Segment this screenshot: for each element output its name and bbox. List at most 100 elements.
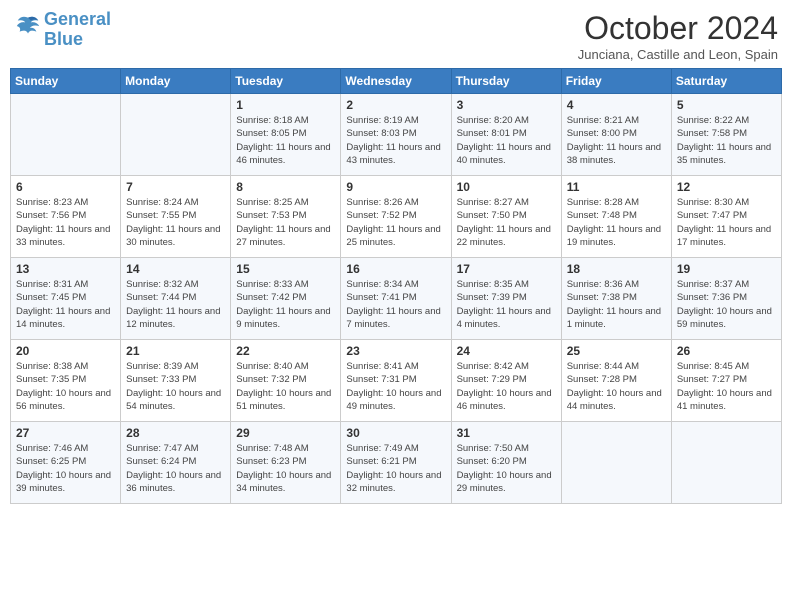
- day-info: Sunrise: 7:48 AM Sunset: 6:23 PM Dayligh…: [236, 442, 335, 495]
- day-number: 4: [567, 98, 666, 112]
- day-number: 29: [236, 426, 335, 440]
- title-block: October 2024 Junciana, Castille and Leon…: [578, 10, 778, 62]
- calendar-cell: 22 Sunrise: 8:40 AM Sunset: 7:32 PM Dayli…: [231, 340, 341, 422]
- day-info: Sunrise: 8:18 AM Sunset: 8:05 PM Dayligh…: [236, 114, 335, 167]
- header-cell-saturday: Saturday: [671, 69, 781, 94]
- day-info: Sunrise: 8:28 AM Sunset: 7:48 PM Dayligh…: [567, 196, 666, 249]
- calendar-cell: 30 Sunrise: 7:49 AM Sunset: 6:21 PM Dayli…: [341, 422, 451, 504]
- calendar-cell: 28 Sunrise: 7:47 AM Sunset: 6:24 PM Dayli…: [121, 422, 231, 504]
- day-info: Sunrise: 8:39 AM Sunset: 7:33 PM Dayligh…: [126, 360, 225, 413]
- day-info: Sunrise: 8:38 AM Sunset: 7:35 PM Dayligh…: [16, 360, 115, 413]
- day-number: 24: [457, 344, 556, 358]
- calendar-cell: 10 Sunrise: 8:27 AM Sunset: 7:50 PM Dayli…: [451, 176, 561, 258]
- day-info: Sunrise: 8:31 AM Sunset: 7:45 PM Dayligh…: [16, 278, 115, 331]
- header-cell-sunday: Sunday: [11, 69, 121, 94]
- calendar-body: 1 Sunrise: 8:18 AM Sunset: 8:05 PM Daylig…: [11, 94, 782, 504]
- day-number: 12: [677, 180, 776, 194]
- calendar-cell: 6Sunrise: 8:23 AM Sunset: 7:56 PM Daylig…: [11, 176, 121, 258]
- calendar-cell: 5 Sunrise: 8:22 AM Sunset: 7:58 PM Daylig…: [671, 94, 781, 176]
- calendar-cell: 14 Sunrise: 8:32 AM Sunset: 7:44 PM Dayli…: [121, 258, 231, 340]
- day-info: Sunrise: 8:21 AM Sunset: 8:00 PM Dayligh…: [567, 114, 666, 167]
- logo-text: General Blue: [44, 10, 111, 50]
- day-number: 15: [236, 262, 335, 276]
- day-info: Sunrise: 7:47 AM Sunset: 6:24 PM Dayligh…: [126, 442, 225, 495]
- day-info: Sunrise: 8:30 AM Sunset: 7:47 PM Dayligh…: [677, 196, 776, 249]
- day-info: Sunrise: 7:49 AM Sunset: 6:21 PM Dayligh…: [346, 442, 445, 495]
- header-cell-thursday: Thursday: [451, 69, 561, 94]
- calendar-cell: 7 Sunrise: 8:24 AM Sunset: 7:55 PM Daylig…: [121, 176, 231, 258]
- day-info: Sunrise: 8:42 AM Sunset: 7:29 PM Dayligh…: [457, 360, 556, 413]
- day-info: Sunrise: 8:26 AM Sunset: 7:52 PM Dayligh…: [346, 196, 445, 249]
- calendar-cell: 11Sunrise: 8:28 AM Sunset: 7:48 PM Dayli…: [561, 176, 671, 258]
- day-number: 10: [457, 180, 556, 194]
- week-row-1: 1 Sunrise: 8:18 AM Sunset: 8:05 PM Daylig…: [11, 94, 782, 176]
- day-number: 1: [236, 98, 335, 112]
- day-number: 26: [677, 344, 776, 358]
- day-info: Sunrise: 7:50 AM Sunset: 6:20 PM Dayligh…: [457, 442, 556, 495]
- day-info: Sunrise: 8:24 AM Sunset: 7:55 PM Dayligh…: [126, 196, 225, 249]
- day-info: Sunrise: 8:20 AM Sunset: 8:01 PM Dayligh…: [457, 114, 556, 167]
- calendar-cell: 29 Sunrise: 7:48 AM Sunset: 6:23 PM Dayli…: [231, 422, 341, 504]
- calendar-cell: 24 Sunrise: 8:42 AM Sunset: 7:29 PM Dayli…: [451, 340, 561, 422]
- calendar-cell: 13 Sunrise: 8:31 AM Sunset: 7:45 PM Dayli…: [11, 258, 121, 340]
- day-number: 18: [567, 262, 666, 276]
- calendar-cell: 17Sunrise: 8:35 AM Sunset: 7:39 PM Dayli…: [451, 258, 561, 340]
- month-title: October 2024: [578, 10, 778, 47]
- day-number: 13: [16, 262, 115, 276]
- week-row-5: 27 Sunrise: 7:46 AM Sunset: 6:25 PM Dayli…: [11, 422, 782, 504]
- day-number: 31: [457, 426, 556, 440]
- day-number: 19: [677, 262, 776, 276]
- day-number: 3: [457, 98, 556, 112]
- calendar-cell: 26 Sunrise: 8:45 AM Sunset: 7:27 PM Dayli…: [671, 340, 781, 422]
- page-header: General Blue October 2024 Junciana, Cast…: [10, 10, 782, 62]
- calendar-cell: [671, 422, 781, 504]
- day-number: 6: [16, 180, 115, 194]
- day-info: Sunrise: 8:37 AM Sunset: 7:36 PM Dayligh…: [677, 278, 776, 331]
- header-cell-friday: Friday: [561, 69, 671, 94]
- calendar-cell: [561, 422, 671, 504]
- day-info: Sunrise: 8:40 AM Sunset: 7:32 PM Dayligh…: [236, 360, 335, 413]
- day-info: Sunrise: 8:34 AM Sunset: 7:41 PM Dayligh…: [346, 278, 445, 331]
- day-info: Sunrise: 8:19 AM Sunset: 8:03 PM Dayligh…: [346, 114, 445, 167]
- calendar-cell: 25 Sunrise: 8:44 AM Sunset: 7:28 PM Dayli…: [561, 340, 671, 422]
- day-number: 21: [126, 344, 225, 358]
- day-info: Sunrise: 8:32 AM Sunset: 7:44 PM Dayligh…: [126, 278, 225, 331]
- day-number: 5: [677, 98, 776, 112]
- day-number: 28: [126, 426, 225, 440]
- day-number: 27: [16, 426, 115, 440]
- calendar-cell: 16Sunrise: 8:34 AM Sunset: 7:41 PM Dayli…: [341, 258, 451, 340]
- calendar-cell: 20Sunrise: 8:38 AM Sunset: 7:35 PM Dayli…: [11, 340, 121, 422]
- logo-icon: [14, 13, 42, 41]
- calendar-cell: 21 Sunrise: 8:39 AM Sunset: 7:33 PM Dayli…: [121, 340, 231, 422]
- week-row-3: 13 Sunrise: 8:31 AM Sunset: 7:45 PM Dayli…: [11, 258, 782, 340]
- day-info: Sunrise: 8:44 AM Sunset: 7:28 PM Dayligh…: [567, 360, 666, 413]
- day-number: 30: [346, 426, 445, 440]
- calendar-cell: 18Sunrise: 8:36 AM Sunset: 7:38 PM Dayli…: [561, 258, 671, 340]
- calendar-cell: 9 Sunrise: 8:26 AM Sunset: 7:52 PM Daylig…: [341, 176, 451, 258]
- week-row-4: 20Sunrise: 8:38 AM Sunset: 7:35 PM Dayli…: [11, 340, 782, 422]
- day-info: Sunrise: 8:22 AM Sunset: 7:58 PM Dayligh…: [677, 114, 776, 167]
- calendar-cell: 8Sunrise: 8:25 AM Sunset: 7:53 PM Daylig…: [231, 176, 341, 258]
- day-number: 22: [236, 344, 335, 358]
- day-info: Sunrise: 7:46 AM Sunset: 6:25 PM Dayligh…: [16, 442, 115, 495]
- calendar-cell: [11, 94, 121, 176]
- calendar-cell: 15Sunrise: 8:33 AM Sunset: 7:42 PM Dayli…: [231, 258, 341, 340]
- calendar-header: SundayMondayTuesdayWednesdayThursdayFrid…: [11, 69, 782, 94]
- calendar-cell: 12 Sunrise: 8:30 AM Sunset: 7:47 PM Dayli…: [671, 176, 781, 258]
- calendar-cell: 1 Sunrise: 8:18 AM Sunset: 8:05 PM Daylig…: [231, 94, 341, 176]
- header-cell-tuesday: Tuesday: [231, 69, 341, 94]
- day-number: 9: [346, 180, 445, 194]
- day-info: Sunrise: 8:27 AM Sunset: 7:50 PM Dayligh…: [457, 196, 556, 249]
- header-row: SundayMondayTuesdayWednesdayThursdayFrid…: [11, 69, 782, 94]
- day-info: Sunrise: 8:45 AM Sunset: 7:27 PM Dayligh…: [677, 360, 776, 413]
- header-cell-wednesday: Wednesday: [341, 69, 451, 94]
- day-info: Sunrise: 8:41 AM Sunset: 7:31 PM Dayligh…: [346, 360, 445, 413]
- day-info: Sunrise: 8:25 AM Sunset: 7:53 PM Dayligh…: [236, 196, 335, 249]
- day-number: 7: [126, 180, 225, 194]
- calendar-table: SundayMondayTuesdayWednesdayThursdayFrid…: [10, 68, 782, 504]
- day-number: 2: [346, 98, 445, 112]
- calendar-cell: 19 Sunrise: 8:37 AM Sunset: 7:36 PM Dayli…: [671, 258, 781, 340]
- calendar-cell: 31 Sunrise: 7:50 AM Sunset: 6:20 PM Dayli…: [451, 422, 561, 504]
- day-number: 25: [567, 344, 666, 358]
- day-number: 14: [126, 262, 225, 276]
